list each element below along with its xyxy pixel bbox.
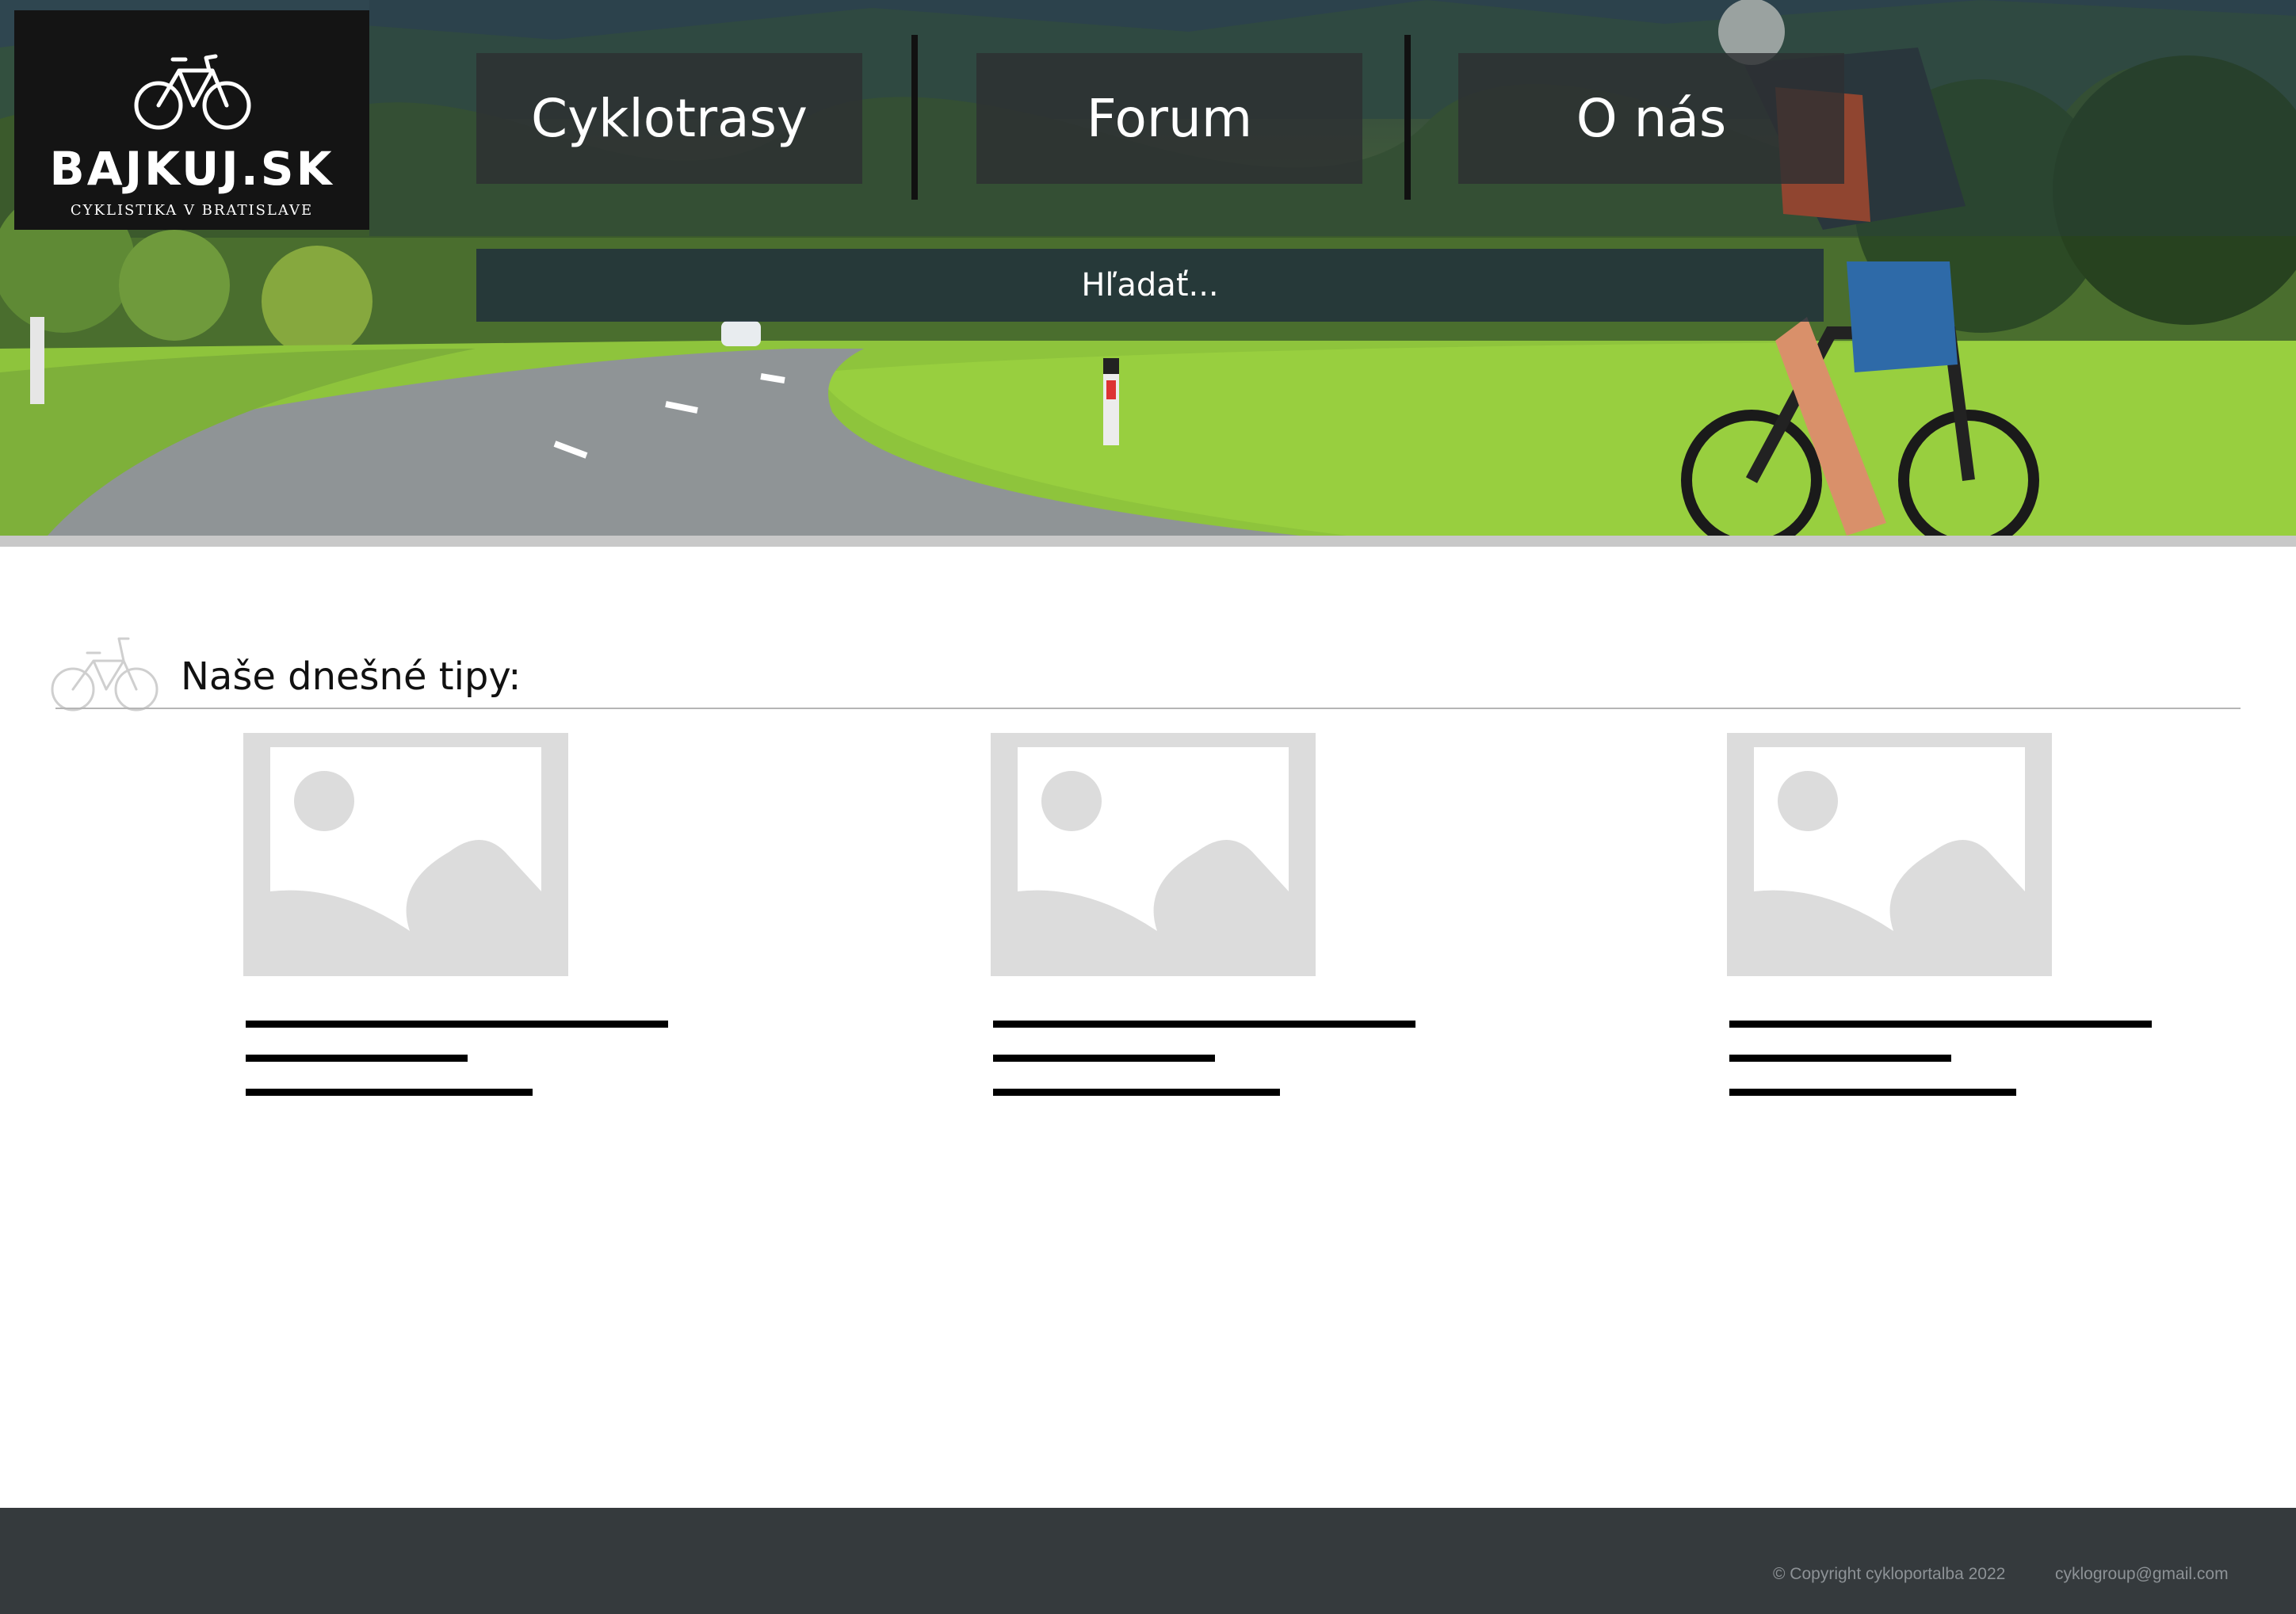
- nav-item-label: Forum: [1086, 88, 1253, 149]
- tip-text-line: [1729, 1089, 2016, 1096]
- tip-text-line: [246, 1055, 468, 1062]
- nav-item-label: O nás: [1576, 88, 1727, 149]
- search-placeholder: Hľadať...: [1081, 267, 1219, 303]
- tip-text-line: [993, 1055, 1215, 1062]
- logo-tagline: CYKLISTIKA V BRATISLAVE: [70, 202, 314, 219]
- tip-text-line: [246, 1089, 533, 1096]
- section-title: Naše dnešné tipy:: [181, 654, 521, 699]
- tip-text-line: [993, 1021, 1415, 1028]
- tip-card[interactable]: [1727, 733, 2155, 1097]
- search-input[interactable]: Hľadať...: [476, 249, 1824, 322]
- nav-divider: [911, 35, 918, 200]
- nav-item-cyklotrasy[interactable]: Cyklotrasy: [476, 53, 862, 184]
- bicycle-outline-icon: [51, 637, 159, 712]
- section-divider: [55, 708, 2241, 709]
- tip-card[interactable]: [991, 733, 1419, 1097]
- nav-item-forum[interactable]: Forum: [976, 53, 1362, 184]
- tip-card[interactable]: [243, 733, 671, 1097]
- nav-divider: [1404, 35, 1411, 200]
- image-placeholder-icon: [1727, 733, 2052, 976]
- hero-banner: BAJKUJ.SK CYKLISTIKA V BRATISLAVE Cyklot…: [0, 0, 2296, 536]
- hero-divider: [0, 536, 2296, 547]
- site-footer: © Copyright cykloportalba 2022 cyklogrou…: [0, 1508, 2296, 1614]
- nav-item-o-nas[interactable]: O nás: [1458, 53, 1844, 184]
- site-logo[interactable]: BAJKUJ.SK CYKLISTIKA V BRATISLAVE: [14, 10, 369, 230]
- image-placeholder-icon: [243, 733, 568, 976]
- logo-name: BAJKUJ.SK: [49, 142, 334, 196]
- tip-text-line: [993, 1089, 1280, 1096]
- tip-text-line: [1729, 1055, 1951, 1062]
- footer-email-link[interactable]: cyklogroup@gmail.com: [2055, 1565, 2229, 1584]
- tip-text-line: [1729, 1021, 2152, 1028]
- image-placeholder-icon: [991, 733, 1316, 976]
- tip-text-line: [246, 1021, 668, 1028]
- nav-item-label: Cyklotrasy: [531, 88, 808, 149]
- bicycle-icon: [134, 54, 251, 130]
- footer-copyright: © Copyright cykloportalba 2022: [1773, 1565, 2006, 1583]
